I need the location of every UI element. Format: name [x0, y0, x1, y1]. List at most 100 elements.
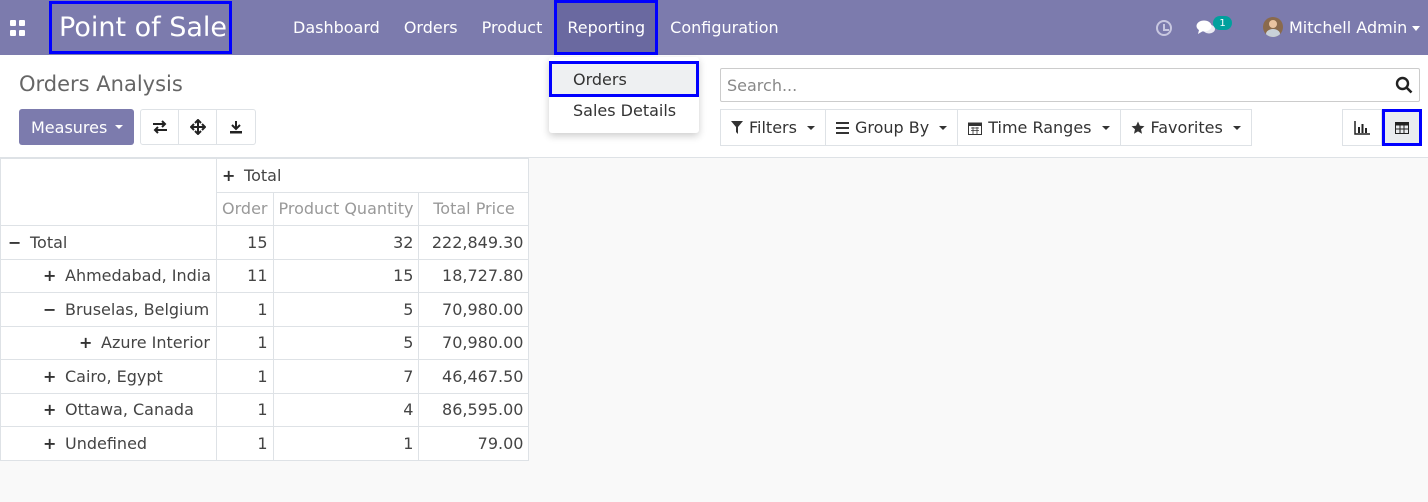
- caret-down-icon: [806, 125, 815, 130]
- apps-grid-icon[interactable]: [10, 20, 26, 36]
- row-header-cairo[interactable]: + Cairo, Egypt: [0, 359, 218, 394]
- caret-down-icon: [1232, 125, 1241, 130]
- time-ranges-label: Time Ranges: [988, 118, 1092, 137]
- download-button[interactable]: [217, 110, 255, 144]
- dropdown-item-orders[interactable]: Orders: [549, 61, 699, 97]
- plus-icon: +: [43, 400, 57, 420]
- cell-total-price: 70,980.00: [418, 292, 530, 327]
- row-header-undefined[interactable]: + Undefined: [0, 426, 218, 461]
- search-icon[interactable]: [1395, 76, 1413, 94]
- cell-order: 1: [216, 426, 274, 461]
- page-title: Orders Analysis: [19, 72, 183, 96]
- measure-header-total-price[interactable]: Total Price: [418, 191, 530, 226]
- cell-total-price: 70,980.00: [418, 325, 530, 360]
- bar-chart-icon: [1354, 120, 1370, 135]
- favorites-button[interactable]: Favorites: [1119, 109, 1252, 146]
- measure-header-product-quantity[interactable]: Product Quantity: [272, 191, 420, 226]
- table-row: + Cairo, Egypt 1 7 46,467.50: [0, 359, 530, 394]
- measure-header-order[interactable]: Order: [216, 191, 274, 226]
- exchange-icon: [152, 120, 167, 134]
- cell-total-price: 18,727.80: [418, 258, 530, 293]
- reporting-dropdown: Orders Sales Details: [549, 57, 699, 133]
- table-row: + Undefined 1 1 79.00: [0, 426, 530, 461]
- group-by-label: Group By: [854, 118, 930, 137]
- caret-down-icon: [1101, 125, 1110, 130]
- menu-configuration[interactable]: Configuration: [658, 0, 791, 55]
- dropdown-item-sales-details[interactable]: Sales Details: [549, 95, 699, 125]
- menu-dashboard[interactable]: Dashboard: [281, 0, 392, 55]
- cell-product-quantity: 32: [272, 225, 420, 260]
- plus-icon: +: [43, 266, 57, 286]
- plus-icon: +: [222, 165, 236, 185]
- view-switcher: [1342, 109, 1422, 146]
- search-input[interactable]: [721, 69, 1381, 101]
- search-bar: [720, 68, 1420, 102]
- star-icon: [1131, 121, 1145, 134]
- user-caret-icon[interactable]: [1412, 26, 1420, 31]
- filter-icon: [731, 121, 743, 134]
- measures-button[interactable]: Measures: [19, 109, 134, 145]
- row-label: Ahmedabad, India: [65, 266, 212, 286]
- cell-product-quantity: 5: [272, 325, 420, 360]
- table-icon: [1395, 121, 1409, 134]
- menu-product[interactable]: Product: [470, 0, 555, 55]
- user-avatar[interactable]: [1263, 17, 1283, 37]
- table-row: + Ottawa, Canada 1 4 86,595.00: [0, 392, 530, 427]
- table-row: + Azure Interior 1 5 70,980.00: [0, 325, 530, 360]
- app-brand[interactable]: Point of Sale: [49, 1, 232, 54]
- favorites-label: Favorites: [1150, 118, 1223, 137]
- row-label: Undefined: [65, 433, 148, 453]
- menu-orders[interactable]: Orders: [392, 0, 470, 55]
- activity-clock-icon[interactable]: [1156, 20, 1172, 36]
- calendar-icon: [968, 122, 983, 135]
- cell-order: 1: [216, 359, 274, 394]
- cell-product-quantity: 5: [272, 292, 420, 327]
- pivot-table: + Total Order Product Quantity Total Pric…: [0, 158, 530, 461]
- row-label: Bruselas, Belgium: [65, 299, 210, 319]
- menu-reporting[interactable]: Reporting: [554, 0, 659, 55]
- col-header-label: Total: [244, 165, 282, 185]
- table-row: − Total 15 32 222,849.30: [0, 225, 530, 260]
- control-panel: Orders Analysis Measures Search... Filte…: [0, 55, 1428, 158]
- top-navbar: Point of Sale Dashboard Orders Product R…: [0, 0, 1428, 55]
- col-header-total[interactable]: + Total: [216, 158, 530, 193]
- chat-count-badge: 1: [1213, 16, 1232, 30]
- row-header-azure-interior[interactable]: + Azure Interior: [0, 325, 218, 360]
- cell-order: 1: [216, 325, 274, 360]
- row-label: Azure Interior: [101, 333, 211, 353]
- row-header-ottawa[interactable]: + Ottawa, Canada: [0, 392, 218, 427]
- expand-all-button[interactable]: [179, 110, 217, 144]
- caret-down-icon: [939, 125, 948, 130]
- graph-view-button[interactable]: [1342, 109, 1382, 146]
- cell-total-price: 222,849.30: [418, 225, 530, 260]
- cell-total-price: 46,467.50: [418, 359, 530, 394]
- table-row: − Bruselas, Belgium 1 5 70,980.00: [0, 292, 530, 327]
- filters-label: Filters: [749, 118, 797, 137]
- measures-label: Measures: [31, 117, 108, 137]
- plus-icon: +: [43, 433, 57, 453]
- cell-product-quantity: 7: [272, 359, 420, 394]
- main-menu: Dashboard Orders Product Reporting Confi…: [281, 0, 791, 55]
- table-row: + Ahmedabad, India 11 15 18,727.80: [0, 258, 530, 293]
- user-name[interactable]: Mitchell Admin: [1289, 18, 1407, 37]
- row-label: Ottawa, Canada: [65, 400, 194, 420]
- cell-total-price: 86,595.00: [418, 392, 530, 427]
- pivot-view-button[interactable]: [1382, 109, 1422, 146]
- time-ranges-button[interactable]: Time Ranges: [957, 109, 1121, 146]
- group-by-button[interactable]: Group By: [824, 109, 959, 146]
- cell-total-price: 79.00: [418, 426, 530, 461]
- row-header-total[interactable]: − Total: [0, 225, 218, 260]
- row-label: Total: [30, 232, 68, 252]
- search-options: Filters Group By Time Ranges Favorites: [720, 109, 1252, 146]
- cell-order: 1: [216, 392, 274, 427]
- minus-icon: −: [43, 299, 57, 319]
- minus-icon: −: [8, 232, 22, 252]
- row-header-ahmedabad[interactable]: + Ahmedabad, India: [0, 258, 218, 293]
- cell-order: 1: [216, 292, 274, 327]
- cell-product-quantity: 15: [272, 258, 420, 293]
- plus-icon: +: [79, 333, 93, 353]
- filters-button[interactable]: Filters: [720, 109, 826, 146]
- pivot-actions: [140, 109, 256, 145]
- row-header-bruselas[interactable]: − Bruselas, Belgium: [0, 292, 218, 327]
- flip-axis-button[interactable]: [141, 110, 179, 144]
